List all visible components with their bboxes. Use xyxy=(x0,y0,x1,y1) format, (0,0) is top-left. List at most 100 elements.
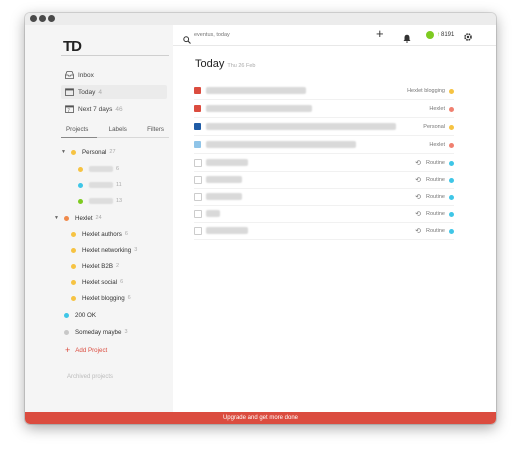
add-project-button[interactable]: + Add Project xyxy=(65,344,107,356)
project-label: 200 OK xyxy=(75,311,96,319)
project-color-dot xyxy=(449,194,454,200)
project-color-dot xyxy=(449,106,454,112)
close-window-button[interactable] xyxy=(30,15,37,22)
tab-projects[interactable]: Projects xyxy=(61,126,93,137)
zoom-window-button[interactable] xyxy=(48,15,55,22)
task-row[interactable]: Personal xyxy=(194,119,454,136)
add-task-icon[interactable]: + xyxy=(376,27,384,41)
search-input[interactable] xyxy=(194,30,344,40)
task-project-tag[interactable]: Hexlet xyxy=(429,104,454,114)
redacted-task-content xyxy=(206,193,242,200)
project-hexlet-social[interactable]: Hexlet social 6 xyxy=(71,276,123,288)
task-project-tag[interactable]: ⟲ Routine xyxy=(415,226,454,236)
redacted-task-content xyxy=(206,176,242,183)
task-checkbox[interactable] xyxy=(194,87,201,94)
task-project-tag[interactable]: Hexlet blogging xyxy=(407,86,454,96)
archived-projects-link[interactable]: Archived projects xyxy=(67,374,113,380)
task-checkbox[interactable] xyxy=(194,105,201,112)
project-personal[interactable]: ▼ Personal 27 xyxy=(61,146,116,158)
project-count: 3 xyxy=(124,329,128,335)
project-color-dot xyxy=(449,88,454,94)
task-project-tag[interactable]: ⟲ Routine xyxy=(415,192,454,202)
project-personal-sub-1[interactable]: 6 xyxy=(78,163,119,175)
recurring-icon: ⟲ xyxy=(415,160,422,167)
project-color-dot xyxy=(71,231,76,237)
project-personal-sub-2[interactable]: 11 xyxy=(78,179,122,191)
project-hexlet[interactable]: ▼ Hexlet 24 xyxy=(54,212,102,224)
redacted-task-content xyxy=(206,227,248,234)
nav-today[interactable]: Today 4 xyxy=(61,85,167,99)
project-color-dot xyxy=(64,215,69,221)
karma-icon xyxy=(426,30,434,39)
task-row[interactable]: Hexlet xyxy=(194,101,454,118)
recurring-icon: ⟲ xyxy=(415,194,422,201)
task-project-tag[interactable]: ⟲ Routine xyxy=(415,158,454,168)
project-hexlet-authors[interactable]: Hexlet authors 6 xyxy=(71,228,128,240)
task-project-label: Hexlet xyxy=(429,142,445,148)
page-date: Thu 26 Feb xyxy=(227,63,256,69)
project-count: 13 xyxy=(116,198,123,204)
redacted-task-content xyxy=(206,87,306,94)
project-color-dot xyxy=(449,228,454,234)
task-checkbox[interactable] xyxy=(194,227,202,235)
task-checkbox[interactable] xyxy=(194,210,202,218)
upgrade-banner[interactable]: Upgrade and get more done xyxy=(25,412,496,424)
project-label: Hexlet authors xyxy=(82,230,122,238)
project-hexlet-networking[interactable]: Hexlet networking 3 xyxy=(71,244,137,256)
project-color-dot xyxy=(71,263,76,269)
caret-down-icon[interactable]: ▼ xyxy=(54,215,60,221)
redacted-task-content xyxy=(206,123,396,130)
task-row[interactable]: ⟲ Routine xyxy=(194,172,454,189)
project-hexlet-blogging[interactable]: Hexlet blogging 6 xyxy=(71,292,131,304)
task-checkbox[interactable] xyxy=(194,193,202,201)
task-checkbox[interactable] xyxy=(194,123,201,130)
project-color-dot xyxy=(78,166,83,172)
nav-inbox[interactable]: Inbox xyxy=(61,68,167,82)
project-hexlet-b2b[interactable]: Hexlet B2B 2 xyxy=(71,260,119,272)
project-label: Hexlet social xyxy=(82,278,118,286)
task-row[interactable]: Hexlet blogging xyxy=(194,83,454,100)
project-count: 3 xyxy=(134,247,138,253)
project-label: Hexlet xyxy=(75,214,93,222)
project-color-dot xyxy=(71,247,76,253)
bell-icon[interactable] xyxy=(403,30,411,43)
task-project-label: Hexlet blogging xyxy=(407,88,445,94)
project-color-dot xyxy=(449,124,454,130)
project-personal-sub-3[interactable]: 13 xyxy=(78,195,122,207)
caret-down-icon[interactable]: ▼ xyxy=(61,149,67,155)
task-project-tag[interactable]: ⟲ Routine xyxy=(415,209,454,219)
redacted-task-content xyxy=(206,105,312,112)
redacted-task-content xyxy=(206,141,356,148)
task-row[interactable]: ⟲ Routine xyxy=(194,189,454,206)
minimize-window-button[interactable] xyxy=(39,15,46,22)
task-checkbox[interactable] xyxy=(194,159,202,167)
task-row[interactable]: Hexlet xyxy=(194,137,454,154)
task-checkbox[interactable] xyxy=(194,141,201,148)
tab-filters[interactable]: Filters xyxy=(142,126,169,137)
task-row[interactable]: ⟲ Routine xyxy=(194,223,454,240)
project-200-ok[interactable]: 200 OK xyxy=(64,309,96,321)
redacted-project-name xyxy=(89,198,113,204)
task-project-tag[interactable]: ⟲ Routine xyxy=(415,175,454,185)
task-project-tag[interactable]: Personal xyxy=(423,122,454,132)
project-someday-maybe[interactable]: Someday maybe 3 xyxy=(64,326,128,338)
nav-inbox-label: Inbox xyxy=(78,71,94,79)
calendar-week-icon: 7 xyxy=(65,105,74,113)
project-count: 11 xyxy=(116,182,122,188)
karma-indicator[interactable]: ↑ 8191 xyxy=(426,29,454,40)
task-checkbox[interactable] xyxy=(194,176,202,184)
project-count: 27 xyxy=(109,149,116,155)
gear-icon[interactable] xyxy=(463,29,473,41)
nav-next-7-days[interactable]: 7 Next 7 days 46 xyxy=(61,102,167,116)
task-row[interactable]: ⟲ Routine xyxy=(194,206,454,223)
task-row[interactable]: ⟲ Routine xyxy=(194,155,454,172)
project-count: 6 xyxy=(127,295,131,301)
project-count: 2 xyxy=(115,263,120,269)
task-project-tag[interactable]: Hexlet xyxy=(429,140,454,150)
task-project-label: Routine xyxy=(426,194,445,200)
project-color-dot xyxy=(71,295,76,301)
project-label: Hexlet networking xyxy=(82,246,132,254)
tab-labels[interactable]: Labels xyxy=(104,126,132,137)
project-color-dot xyxy=(78,198,83,204)
project-color-dot xyxy=(449,160,454,166)
